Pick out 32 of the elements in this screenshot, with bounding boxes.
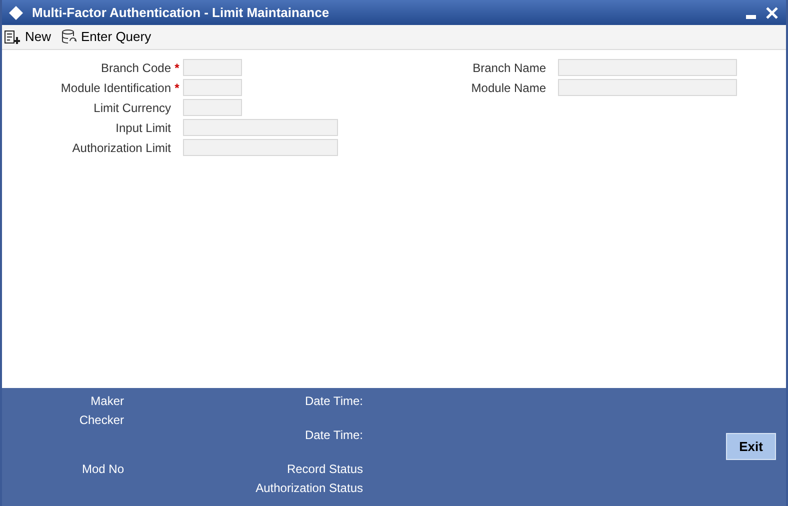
exit-button[interactable]: Exit bbox=[726, 433, 776, 460]
footer-label: Maker bbox=[90, 394, 124, 408]
input-field[interactable] bbox=[183, 139, 338, 156]
field-label: Limit Currency bbox=[92, 100, 171, 116]
new-button[interactable]: New bbox=[4, 27, 52, 47]
diamond-icon bbox=[8, 4, 24, 20]
input-field[interactable] bbox=[183, 99, 242, 116]
database-icon bbox=[61, 29, 78, 45]
footer-label: Date Time: bbox=[304, 428, 363, 442]
minimize-icon[interactable] bbox=[746, 14, 756, 18]
enter-query-button[interactable]: Enter Query bbox=[61, 27, 152, 47]
footer-label: Checker bbox=[79, 413, 124, 427]
required-mark: * bbox=[174, 80, 180, 96]
field-label: Branch Name bbox=[472, 60, 546, 76]
input-field[interactable] bbox=[183, 79, 242, 96]
footer-label: Date Time: bbox=[304, 394, 363, 408]
footer-label: Record Status bbox=[286, 462, 363, 476]
required-mark: * bbox=[174, 60, 180, 76]
input-field[interactable] bbox=[183, 59, 242, 76]
window-title: Multi-Factor Authentication - Limit Maintainance bbox=[32, 4, 330, 22]
input-field[interactable] bbox=[183, 119, 338, 136]
field-label: Authorization Limit bbox=[71, 140, 171, 156]
field-label: Input Limit bbox=[114, 120, 171, 136]
new-document-icon bbox=[4, 30, 21, 44]
field-label: Branch Code bbox=[100, 60, 171, 76]
input-field[interactable] bbox=[558, 79, 737, 96]
field-label: Module Identification bbox=[60, 80, 171, 96]
field-label: Module Name bbox=[470, 80, 546, 96]
footer-label: Authorization Status bbox=[256, 481, 363, 495]
footer-label: Mod No bbox=[82, 462, 124, 476]
input-field[interactable] bbox=[558, 59, 737, 76]
close-icon[interactable] bbox=[766, 6, 778, 18]
